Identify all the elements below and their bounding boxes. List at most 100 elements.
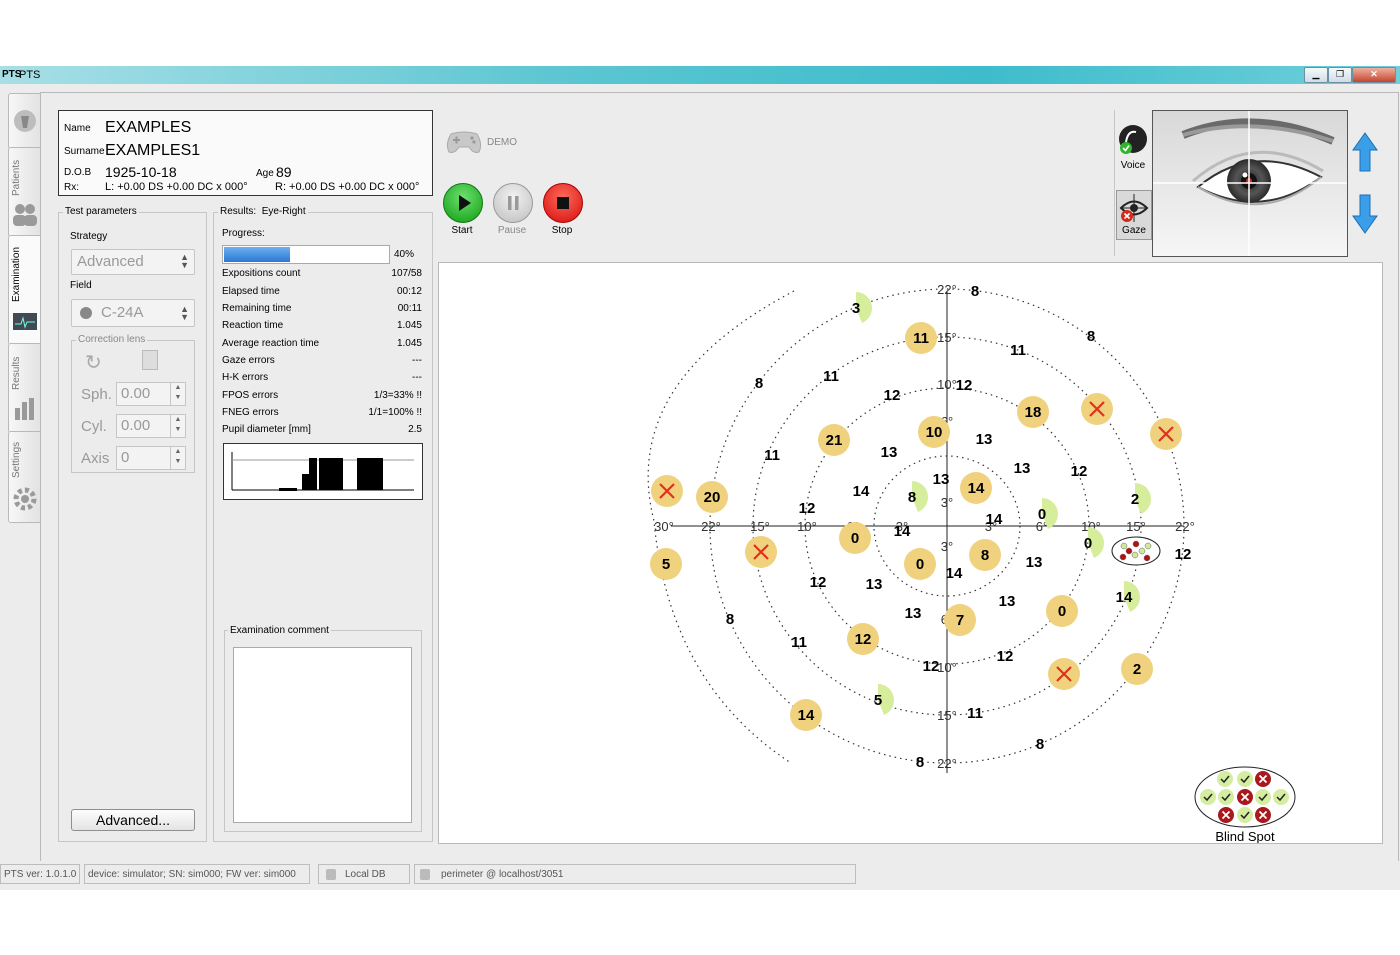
stimulus-value: 7 (956, 612, 964, 629)
tab-home[interactable] (8, 93, 42, 149)
visual-field-svg: 30°22°15°10°6°3°3°6°10°15°22°22°15°10°6°… (647, 282, 1296, 844)
blind-spot-dot (1218, 789, 1234, 805)
maximize-button[interactable]: ❐ (1328, 67, 1352, 83)
results-title-text: Results: (220, 206, 257, 217)
results-title: Results: Eye-Right (218, 206, 308, 217)
patient-dob: 1925-10-18 (105, 164, 177, 180)
blind-spot-dot (1144, 542, 1152, 550)
spin-arrows-icon[interactable]: ▲ ▼ (170, 383, 185, 405)
stimulus-value: 3 (852, 300, 860, 317)
stimulus-value: 13 (1014, 460, 1031, 477)
stimulus-value: 13 (905, 605, 922, 622)
advanced-button[interactable]: Advanced... (71, 809, 195, 831)
tab-settings[interactable]: Settings (8, 431, 42, 523)
server-status-text: perimeter @ localhost/3051 (441, 869, 564, 880)
arrow-down-icon[interactable] (1352, 194, 1378, 234)
pause-button[interactable] (493, 183, 533, 223)
axis-tick-label: 10° (937, 660, 957, 675)
stat-label: Remaining time (222, 303, 292, 314)
stimulus-value: 13 (999, 593, 1016, 610)
stat-value: --- (412, 372, 422, 383)
stat-label: H-K errors (222, 372, 269, 383)
cyl-input[interactable]: 0.00 ▲ ▼ (116, 414, 186, 438)
results-eye: Eye-Right (261, 206, 306, 217)
refresh-icon[interactable]: ↻ (85, 350, 102, 375)
demo-label: DEMO (487, 137, 517, 148)
blind-spot-dot (1120, 542, 1128, 550)
close-button[interactable]: ✕ (1352, 67, 1396, 83)
stimulus-value: 10 (926, 424, 943, 441)
spin-arrows-icon[interactable]: ▲ ▼ (170, 415, 185, 437)
correction-lens-title: Correction lens (76, 334, 148, 345)
stimulus-value: 14 (968, 480, 985, 497)
spin-arrows-icon[interactable]: ▲ ▼ (170, 447, 185, 469)
gaze-toggle[interactable]: Gaze (1116, 190, 1152, 240)
axis-value: 0 (121, 449, 130, 466)
axis-input[interactable]: 0 ▲ ▼ (116, 446, 186, 470)
axis-tick-label: 22° (937, 282, 957, 297)
stat-label: FNEG errors (222, 407, 279, 418)
stimulus-value: 14 (1116, 589, 1133, 606)
field-label: Field (70, 280, 92, 291)
stimulus-value: 13 (933, 471, 950, 488)
test-parameters-title: Test parameters (63, 206, 139, 217)
sph-input[interactable]: 0.00 ▲ ▼ (116, 382, 186, 406)
blind-spot-dot (1131, 551, 1139, 559)
minimize-button[interactable]: ▁ (1304, 67, 1328, 83)
stat-value: 00:12 (396, 286, 422, 297)
select-arrows-icon: ▲ ▼ (180, 304, 189, 322)
stimulus-value: 8 (1087, 328, 1095, 345)
device-status: device: simulator; SN: sim000; FW ver: s… (84, 864, 310, 884)
blind-spot-dot (1200, 789, 1216, 805)
stimulus-value: 11 (764, 447, 780, 464)
stat-value: --- (412, 355, 422, 366)
visual-field-plot: 30°22°15°10°6°3°3°6°10°15°22°22°15°10°6°… (438, 262, 1383, 844)
stimulus-value: 0 (851, 530, 859, 547)
tab-examination[interactable]: Examination (8, 235, 41, 345)
tab-patients[interactable]: Patients (8, 147, 42, 237)
stimulus-value: 12 (1175, 546, 1192, 563)
rx-left: L: +0.00 DS +0.00 DC x 000° (105, 181, 248, 193)
stat-label: FPOS errors (222, 390, 279, 401)
database-icon (420, 869, 430, 880)
calculator-icon[interactable] (142, 350, 158, 370)
tab-results[interactable]: Results (8, 343, 42, 433)
axis-tick-label: 22° (701, 519, 721, 534)
stimulus-value: 11 (1010, 342, 1026, 359)
stat-value: 1.045 (396, 320, 422, 331)
arrow-up-icon[interactable] (1352, 132, 1378, 172)
stop-button[interactable] (543, 183, 583, 223)
field-shape-icon (80, 307, 92, 319)
axis-tick-label: 30° (654, 519, 674, 534)
start-button[interactable] (443, 183, 483, 223)
stimulus-value: 13 (1026, 554, 1043, 571)
blind-spot-dot (1217, 771, 1233, 787)
rx-label: Rx: (64, 182, 79, 193)
age-label: Age (256, 168, 274, 179)
stat-label: Expositions count (222, 268, 301, 279)
stimulus-value: 11 (791, 634, 807, 651)
stat-label: Gaze errors (222, 355, 275, 366)
strategy-select[interactable]: Advanced ▲ ▼ (71, 249, 195, 275)
stimulus-value: 14 (853, 483, 870, 500)
stimulus-value: 8 (971, 283, 979, 300)
gamepad-icon (446, 131, 482, 153)
axis-tick-label: 10° (937, 377, 957, 392)
progress-label: Progress: (222, 228, 265, 239)
stimulus-value: 12 (923, 658, 940, 675)
play-icon (459, 195, 471, 211)
stimulus-value: 13 (881, 444, 898, 461)
status-bar: PTS ver: 1.0.1.0 device: simulator; SN: … (0, 861, 1400, 887)
stimulus-value: 11 (913, 330, 929, 347)
stimulus-value: 8 (908, 489, 916, 506)
stimulus-value: 0 (1058, 603, 1066, 620)
progress-fill (224, 247, 290, 262)
voice-toggle[interactable]: Voice (1116, 122, 1150, 174)
stimulus-value: 12 (810, 574, 827, 591)
patient-surname: EXAMPLES1 (105, 142, 201, 159)
field-select[interactable]: C-24A ▲ ▼ (71, 299, 195, 327)
comment-textarea[interactable] (233, 647, 412, 823)
patient-info-box: Name EXAMPLES Surname EXAMPLES1 D.O.B 19… (58, 110, 433, 196)
axis-tick-label: 15° (937, 708, 957, 723)
cyl-value: 0.00 (121, 417, 151, 434)
